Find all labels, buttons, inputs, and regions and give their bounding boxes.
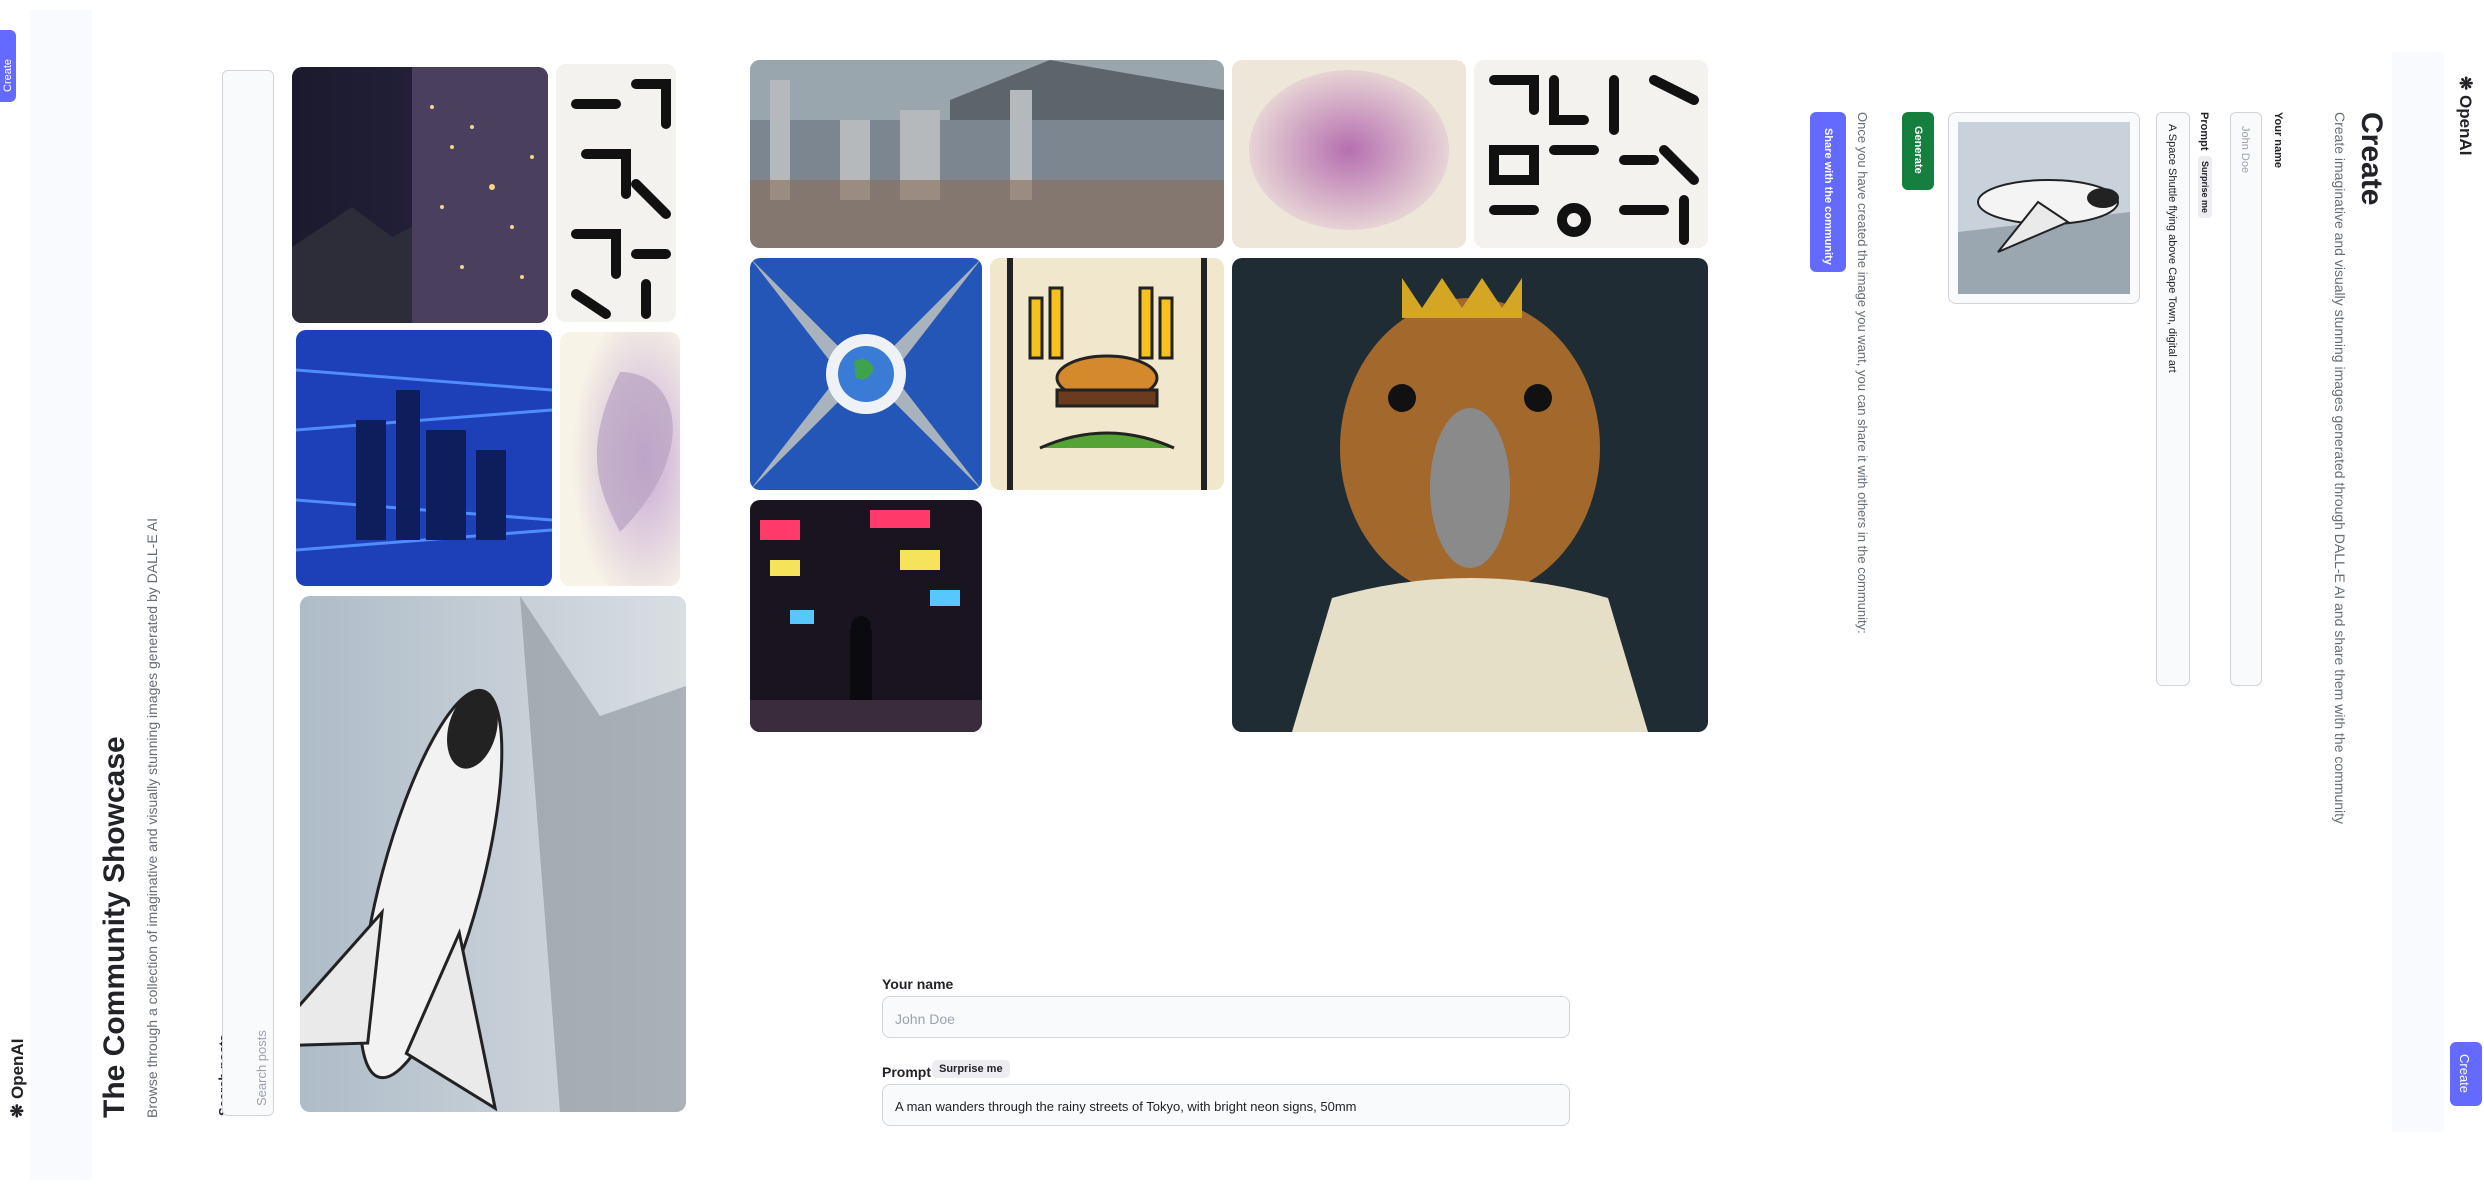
generate-button[interactable]: Generate	[1902, 112, 1934, 190]
share-button[interactable]: Share with the community	[1810, 112, 1846, 272]
prompt-value: A man wanders through the rainy streets …	[895, 1099, 1357, 1114]
name-label: Your name	[882, 976, 954, 992]
search-placeholder: Search posts	[254, 1030, 269, 1106]
name-placeholder: John Doe	[895, 1011, 955, 1027]
create-subtitle: Create imaginative and visually stunning…	[2332, 112, 2348, 825]
page-title: The Community Showcase	[98, 736, 131, 1118]
gallery-image-purple-heart[interactable]	[560, 332, 680, 586]
create-nav-button[interactable]: Create	[2450, 1042, 2482, 1106]
home-header-bar	[30, 10, 92, 1180]
openai-logo-icon: ❋	[2456, 76, 2475, 95]
create-surprise-me-button[interactable]: Surprise me	[2198, 156, 2212, 219]
gallery-image-korean-letters[interactable]	[556, 64, 676, 322]
gallery-image-space-shuttle[interactable]	[300, 596, 686, 1112]
mid-image-tokyo-neon-street[interactable]	[750, 500, 982, 732]
openai-logo[interactable]: ❋ OpenAI	[8, 1039, 28, 1118]
mid-image-heart-stone[interactable]	[1232, 60, 1466, 248]
mid-image-earth-between-buildings[interactable]	[750, 258, 982, 490]
home-create-button[interactable]: Create	[0, 30, 16, 102]
page-subtitle: Browse through a collection of imaginati…	[144, 517, 160, 1118]
prompt-input[interactable]: A man wanders through the rainy streets …	[882, 1084, 1570, 1126]
search-input[interactable]	[222, 70, 274, 1116]
create-name-input[interactable]	[2230, 112, 2262, 686]
create-header-bar	[2392, 52, 2444, 1132]
create-name-placeholder: John Doe	[2239, 126, 2251, 174]
mid-image-capybara-king[interactable]	[1232, 258, 1708, 732]
name-input[interactable]: John Doe	[882, 996, 1570, 1038]
prompt-label: Prompt	[882, 1064, 931, 1080]
surprise-me-button[interactable]: Surprise me	[932, 1060, 1010, 1078]
gallery-image-city-night[interactable]	[292, 67, 548, 323]
share-instructions: Once you have created the image you want…	[1855, 112, 1870, 634]
mid-image-hangul-letters[interactable]	[1474, 60, 1708, 248]
create-name-label: Your name	[2272, 112, 2284, 169]
mid-image-city-aerial[interactable]	[750, 60, 1224, 248]
openai-logo-icon: ❋	[8, 1099, 27, 1118]
create-title: Create	[2355, 112, 2388, 206]
create-prompt-value: A Space Shuttle flying above Cape Town, …	[2166, 124, 2178, 373]
gallery-image-blue-skyline[interactable]	[296, 330, 552, 586]
mid-image-burger-stained-glass[interactable]	[990, 258, 1224, 490]
generated-image-space-shuttle	[1958, 122, 2130, 294]
openai-logo-right[interactable]: ❋ OpenAI	[2455, 76, 2475, 155]
create-prompt-label: Prompt	[2198, 112, 2210, 151]
